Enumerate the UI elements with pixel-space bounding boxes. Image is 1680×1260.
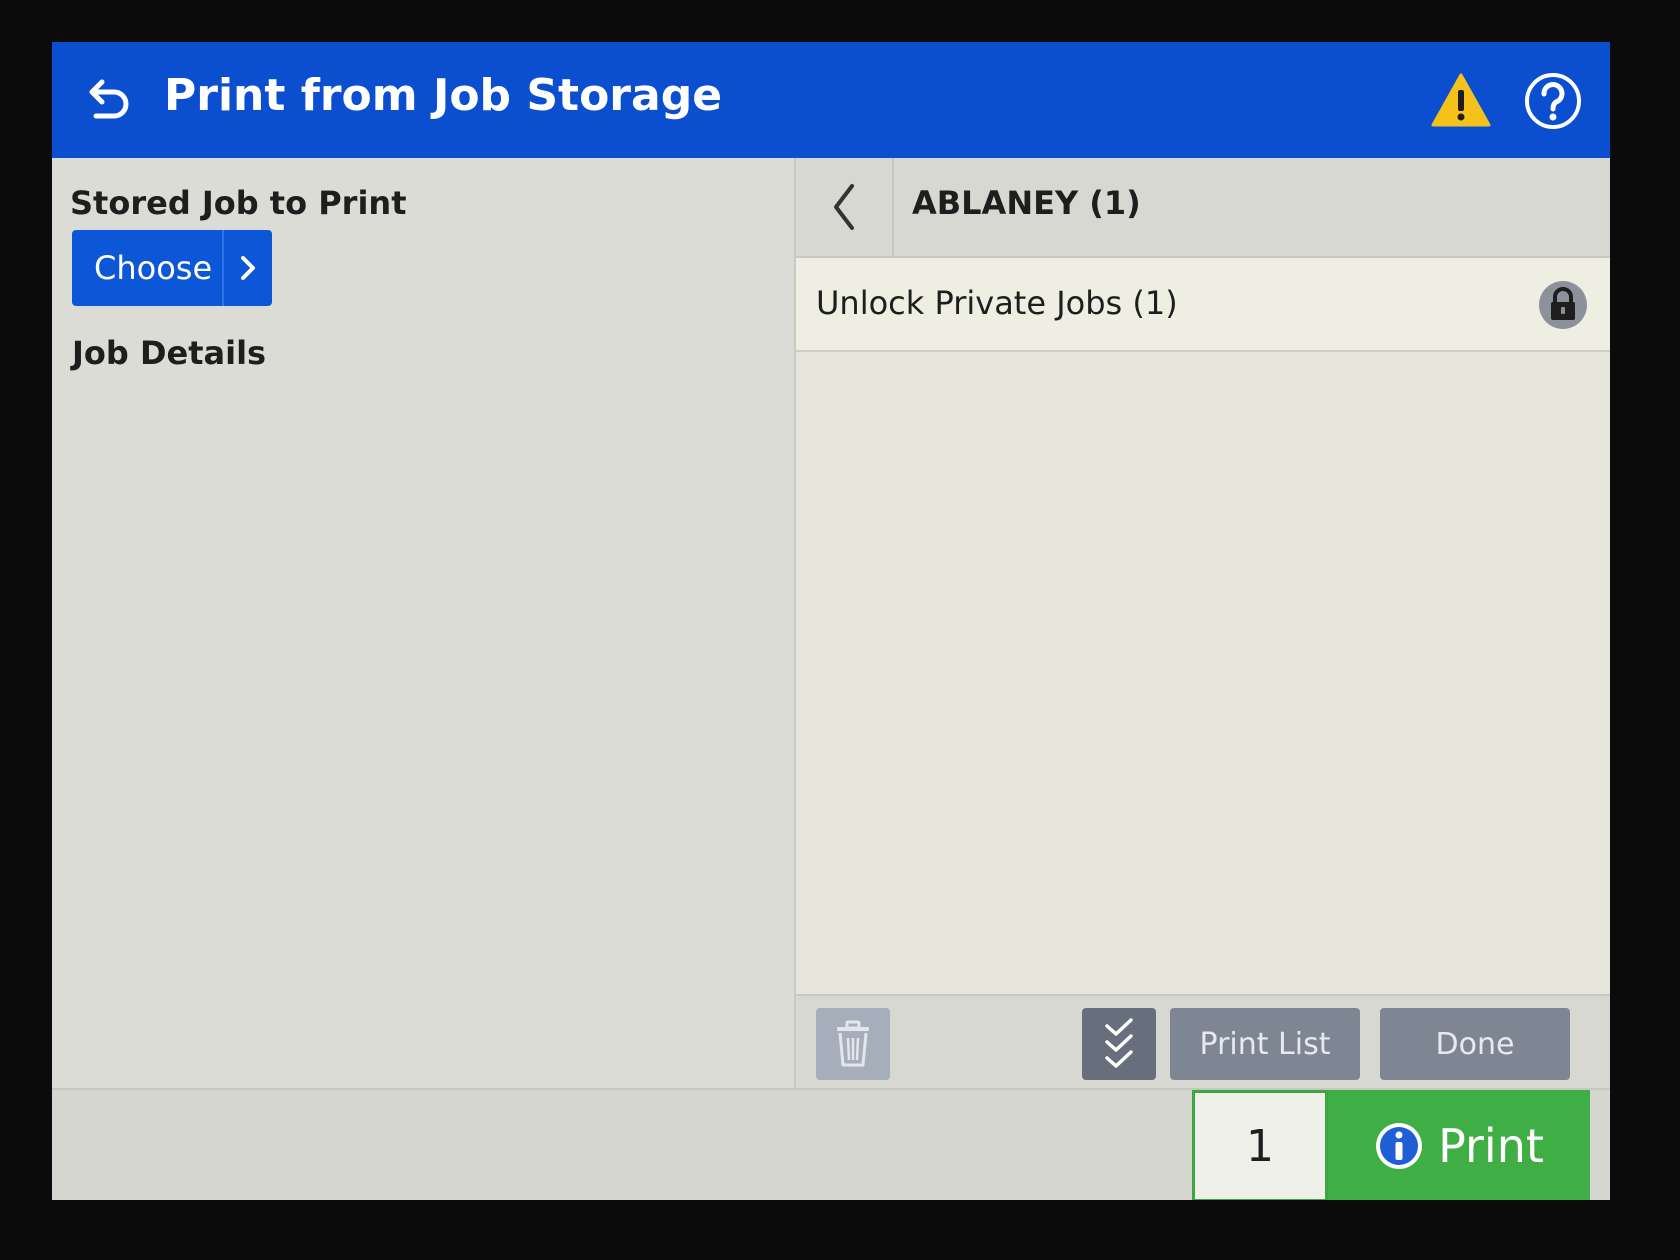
- help-icon[interactable]: [1524, 72, 1582, 130]
- lock-icon: [1539, 281, 1587, 329]
- chevron-left-icon: [834, 184, 854, 230]
- select-all-button[interactable]: [1082, 1008, 1156, 1080]
- folder-title: ABLANEY (1): [912, 184, 1141, 222]
- left-panel: Stored Job to Print Choose Job Details: [52, 158, 794, 1088]
- printer-screen: Print from Job Storage Stored Job to Pri…: [52, 42, 1610, 1200]
- unlock-private-jobs-row[interactable]: Unlock Private Jobs (1): [796, 258, 1610, 352]
- unlock-private-jobs-label: Unlock Private Jobs (1): [816, 284, 1178, 322]
- job-list-area: [796, 352, 1610, 994]
- job-toolbar: Print List Done: [796, 994, 1610, 1090]
- page-title: Print from Job Storage: [164, 70, 723, 121]
- back-arrow-icon[interactable]: [80, 72, 136, 128]
- chevron-right-icon: [224, 254, 272, 282]
- bottom-bar: 1 Print: [52, 1088, 1610, 1200]
- multi-check-icon: [1105, 1018, 1133, 1068]
- choose-label: Choose: [94, 249, 213, 287]
- done-button[interactable]: Done: [1380, 1008, 1570, 1080]
- choose-button[interactable]: Choose: [72, 230, 272, 306]
- warning-icon[interactable]: [1430, 72, 1492, 128]
- job-details-label: Job Details: [72, 334, 267, 372]
- header-bar: Print from Job Storage: [52, 42, 1610, 158]
- print-label: Print: [1438, 1119, 1544, 1173]
- trash-icon: [837, 1020, 869, 1067]
- info-icon[interactable]: [1374, 1121, 1424, 1171]
- delete-button[interactable]: [816, 1008, 890, 1080]
- right-panel: ABLANEY (1) Unlock Private Jobs (1) Prin…: [794, 158, 1610, 1090]
- folder-bar: ABLANEY (1): [796, 158, 1610, 258]
- copies-input[interactable]: 1: [1192, 1090, 1328, 1200]
- print-button[interactable]: Print: [1328, 1090, 1590, 1200]
- stored-job-label: Stored Job to Print: [70, 184, 407, 222]
- folder-back-button[interactable]: [796, 158, 894, 256]
- print-list-button[interactable]: Print List: [1170, 1008, 1360, 1080]
